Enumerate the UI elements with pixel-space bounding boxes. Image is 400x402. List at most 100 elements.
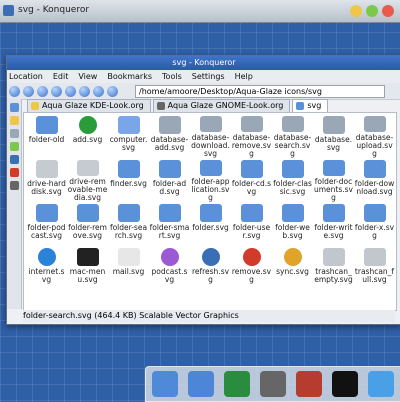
file-item[interactable]: database-upload.svg [354, 114, 395, 158]
file-item[interactable]: folder-add.svg [149, 158, 190, 202]
file-item[interactable]: drive-removable-media.svg [67, 158, 108, 202]
file-item[interactable]: drive-harddisk.svg [26, 158, 67, 202]
monitor-icon[interactable] [152, 371, 178, 397]
maximize-button[interactable] [366, 5, 378, 17]
stop-button[interactable] [79, 85, 90, 97]
file-label: folder-cd.svg [231, 179, 272, 196]
sidebar-settings-icon[interactable] [9, 181, 19, 190]
globe-icon[interactable] [224, 371, 250, 397]
tab-bar: Aqua Glaze KDE-Look.org Aqua Glaze GNOME… [27, 99, 330, 112]
file-label: sync.svg [276, 267, 309, 276]
back-button[interactable] [9, 85, 20, 97]
folder-icon [117, 204, 140, 222]
menu-tools[interactable]: Tools [162, 72, 182, 81]
file-label: database.svg [314, 135, 353, 152]
file-item[interactable]: computer.svg [108, 114, 149, 158]
file-item[interactable]: sync.svg [272, 246, 313, 290]
file-item[interactable]: folder-cd.svg [231, 158, 272, 202]
file-item[interactable]: add.svg [67, 114, 108, 158]
file-label: folder-classic.svg [273, 179, 312, 196]
file-label: folder-web.svg [275, 223, 310, 240]
sidebar-history-icon[interactable] [9, 129, 19, 138]
file-label: folder-download.svg [354, 179, 395, 196]
tab-label: svg [307, 101, 322, 110]
file-item[interactable]: database-search.svg [272, 114, 313, 158]
file-item[interactable]: database-download.svg [190, 114, 231, 158]
file-item[interactable]: refresh.svg [190, 246, 231, 290]
file-item[interactable]: finder.svg [108, 158, 149, 202]
file-item[interactable]: folder-x.svg [354, 202, 395, 246]
file-item[interactable]: mac-menu.svg [67, 246, 108, 290]
file-label: folder-old [28, 135, 65, 144]
terminal-icon[interactable] [332, 371, 358, 397]
database-icon [281, 116, 304, 132]
finder-icon [117, 160, 140, 178]
file-item[interactable]: mail.svg [108, 246, 149, 290]
folder-icon [363, 160, 386, 178]
zoom-out-button[interactable] [107, 85, 118, 97]
sidebar-bookmark-icon[interactable] [9, 116, 19, 125]
remove-icon [242, 248, 261, 266]
sidebar-home-icon[interactable] [9, 103, 19, 112]
file-item[interactable]: database-add.svg [149, 114, 190, 158]
folder-icon [322, 204, 345, 222]
tab-gnome-look[interactable]: Aqua Glaze GNOME-Look.org [152, 99, 291, 112]
file-item[interactable]: trashcan_empty.svg [313, 246, 354, 290]
up-button[interactable] [37, 85, 48, 97]
apple-icon [76, 248, 99, 266]
file-item[interactable]: folder-remove.svg [67, 202, 108, 246]
folder-icon [281, 160, 304, 178]
home-button[interactable] [51, 85, 62, 97]
close-button[interactable] [382, 5, 394, 17]
tab-svg[interactable]: svg [292, 99, 329, 112]
file-item[interactable]: folder-web.svg [272, 202, 313, 246]
file-item[interactable]: folder-user.svg [231, 202, 272, 246]
sidebar-services-icon[interactable] [9, 142, 19, 151]
file-label: folder-documents.svg [313, 177, 353, 202]
outer-title: svg - Konqueror [18, 5, 90, 15]
menu-edit[interactable]: Edit [53, 72, 69, 81]
file-item[interactable]: folder-application.svg [190, 158, 231, 202]
minimize-button[interactable] [350, 5, 362, 17]
file-label: folder-podcast.svg [27, 223, 66, 240]
file-item[interactable]: database.svg [313, 114, 354, 158]
file-item[interactable]: folder-download.svg [354, 158, 395, 202]
file-item[interactable]: remove.svg [231, 246, 272, 290]
location-field[interactable]: /home/amoore/Desktop/Aqua-Glaze icons/sv… [135, 85, 385, 98]
media-icon[interactable] [296, 371, 322, 397]
file-label: folder-add.svg [152, 179, 187, 196]
menu-bookmarks[interactable]: Bookmarks [107, 72, 152, 81]
tab-kde-look[interactable]: Aqua Glaze KDE-Look.org [27, 99, 151, 112]
file-item[interactable]: trashcan_full.svg [354, 246, 395, 290]
reload-button[interactable] [65, 85, 76, 97]
tab-favicon-icon [156, 102, 165, 110]
sidebar-network-icon[interactable] [9, 155, 19, 164]
file-label: drive-removable-media.svg [67, 177, 108, 202]
menu-view[interactable]: View [78, 72, 97, 81]
menu-settings[interactable]: Settings [192, 72, 225, 81]
file-item[interactable]: folder-write.svg [313, 202, 354, 246]
finder-icon[interactable] [188, 371, 214, 397]
file-item[interactable]: folder-documents.svg [313, 158, 354, 202]
trash-icon [322, 248, 345, 266]
file-item[interactable]: folder-podcast.svg [26, 202, 67, 246]
menu-help[interactable]: Help [235, 72, 253, 81]
folder-icon[interactable] [368, 371, 394, 397]
file-item[interactable]: folder-smart.svg [149, 202, 190, 246]
menu-location[interactable]: Location [9, 72, 43, 81]
file-item[interactable]: folder.svg [190, 202, 231, 246]
file-item[interactable]: database-remove.svg [231, 114, 272, 158]
file-label: refresh.svg [191, 267, 230, 284]
file-label: folder-user.svg [232, 223, 271, 240]
forward-button[interactable] [23, 85, 34, 97]
mirror-icon[interactable] [260, 371, 286, 397]
sidebar-media-icon[interactable] [9, 168, 19, 177]
file-item[interactable]: folder-old [26, 114, 67, 158]
folder-icon [76, 204, 99, 222]
file-item[interactable]: internet.svg [26, 246, 67, 290]
file-item[interactable]: podcast.svg [149, 246, 190, 290]
file-label: trashcan_empty.svg [314, 267, 353, 284]
file-item[interactable]: folder-search.svg [108, 202, 149, 246]
file-item[interactable]: folder-classic.svg [272, 158, 313, 202]
zoom-in-button[interactable] [93, 85, 104, 97]
